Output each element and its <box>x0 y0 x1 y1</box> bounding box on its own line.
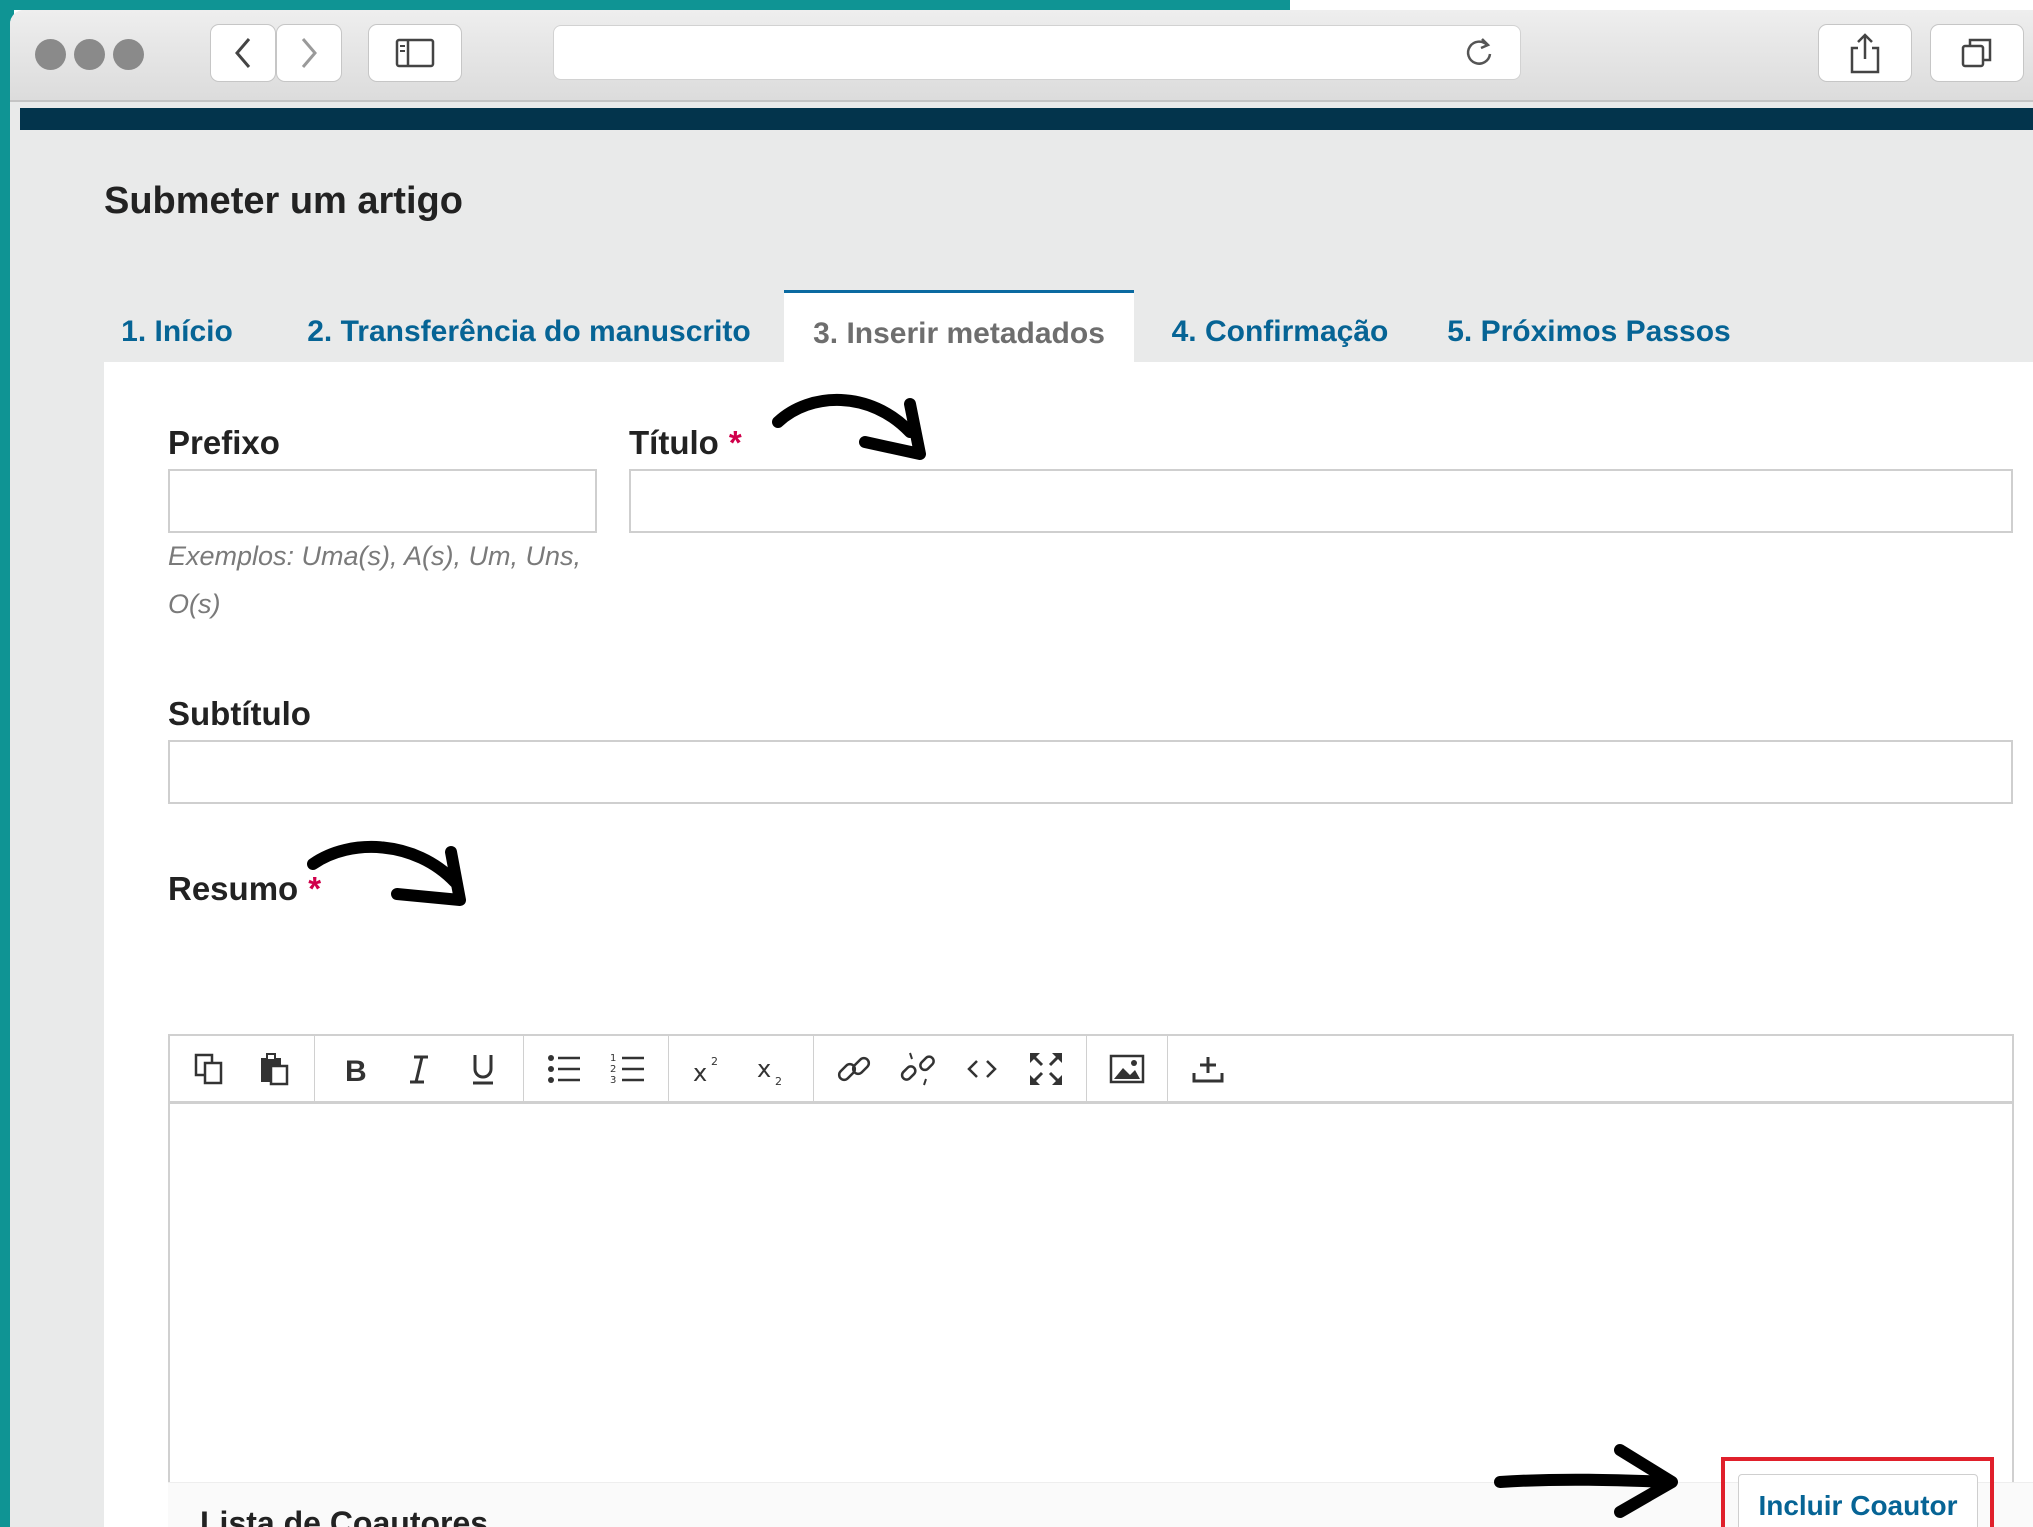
annotation-arrow-coauthor <box>1494 1444 1678 1518</box>
maximize-window-dot[interactable] <box>113 39 144 70</box>
address-bar[interactable] <box>553 25 1521 80</box>
annotation-arrow-title <box>772 393 926 460</box>
svg-text:B: B <box>345 1055 367 1088</box>
underline-icon[interactable] <box>451 1037 515 1101</box>
code-icon[interactable] <box>950 1037 1014 1101</box>
back-button[interactable] <box>210 24 276 82</box>
link-icon[interactable] <box>822 1037 886 1101</box>
chevron-left-icon <box>235 38 251 68</box>
numbered-list-icon[interactable]: 123 <box>596 1037 660 1101</box>
site-header-bar <box>20 108 2033 130</box>
upload-icon[interactable] <box>1176 1037 1240 1101</box>
annotation-arrow-abstract <box>307 841 466 906</box>
submission-page: Submeter um artigo 1. Início 2. Transfer… <box>20 130 2033 1527</box>
toolbar-group-format: B <box>315 1036 524 1101</box>
title-label: Título * <box>629 424 742 461</box>
prefix-input[interactable] <box>168 469 597 533</box>
abstract-editor[interactable] <box>168 1102 2014 1502</box>
toolbar-group-upload <box>1168 1036 1248 1101</box>
share-button[interactable] <box>1818 24 1912 82</box>
paste-icon[interactable] <box>242 1037 306 1101</box>
rich-text-toolbar: B 123 x2 x2 <box>168 1034 2014 1102</box>
page-title: Submeter um artigo <box>104 180 463 222</box>
close-window-dot[interactable] <box>35 39 66 70</box>
svg-text:1: 1 <box>610 1053 616 1064</box>
prefix-label: Prefixo <box>168 424 280 461</box>
fullscreen-icon[interactable] <box>1014 1037 1078 1101</box>
svg-text:2: 2 <box>610 1064 616 1075</box>
toolbar-group-script: x2 x2 <box>669 1036 814 1101</box>
svg-text:3: 3 <box>610 1075 616 1086</box>
subscript-icon[interactable]: x2 <box>741 1037 805 1101</box>
share-icon <box>1850 33 1880 74</box>
sidebar-icon <box>395 38 435 68</box>
toolbar-group-clipboard <box>170 1036 315 1101</box>
forward-button[interactable] <box>276 24 342 82</box>
toolbar-group-links <box>814 1036 1087 1101</box>
copy-icon[interactable] <box>178 1037 242 1101</box>
coauthors-title: Lista de Coautores <box>200 1505 489 1527</box>
bullet-list-icon[interactable] <box>532 1037 596 1101</box>
subtitle-label: Subtítulo <box>168 695 311 732</box>
toolbar-group-lists: 123 <box>524 1036 669 1101</box>
chevron-right-icon <box>301 38 317 68</box>
toolbar-group-media <box>1087 1036 1168 1101</box>
reload-icon[interactable] <box>1462 36 1496 70</box>
abstract-label: Resumo * <box>168 870 322 907</box>
italic-icon[interactable] <box>387 1037 451 1101</box>
tabs-icon <box>1961 38 1992 68</box>
svg-text:2: 2 <box>775 1075 782 1088</box>
unlink-icon[interactable] <box>886 1037 950 1101</box>
sidebar-toggle-button[interactable] <box>368 24 462 82</box>
svg-text:x: x <box>693 1059 707 1087</box>
svg-text:x: x <box>757 1055 771 1083</box>
image-icon[interactable] <box>1095 1037 1159 1101</box>
bold-icon[interactable]: B <box>323 1037 387 1101</box>
required-asterisk: * <box>728 424 742 461</box>
browser-toolbar <box>10 10 2033 102</box>
screenshot-frame: Submeter um artigo 1. Início 2. Transfer… <box>0 0 2033 1527</box>
metadata-form: Prefixo Exemplos: Uma(s), A(s), Um, Uns,… <box>104 362 2033 1527</box>
svg-text:2: 2 <box>711 1055 718 1068</box>
browser-window: Submeter um artigo 1. Início 2. Transfer… <box>10 10 2033 1527</box>
title-input[interactable] <box>629 469 2013 533</box>
add-coauthor-button[interactable]: Incluir Coautor <box>1738 1474 1978 1527</box>
subtitle-input[interactable] <box>168 740 2013 804</box>
prefix-help-text: Exemplos: Uma(s), A(s), Um, Uns, O(s) <box>168 541 582 619</box>
superscript-icon[interactable]: x2 <box>677 1037 741 1101</box>
frame-border-top <box>0 0 1290 10</box>
minimize-window-dot[interactable] <box>74 39 105 70</box>
tabs-overview-button[interactable] <box>1930 24 2024 82</box>
